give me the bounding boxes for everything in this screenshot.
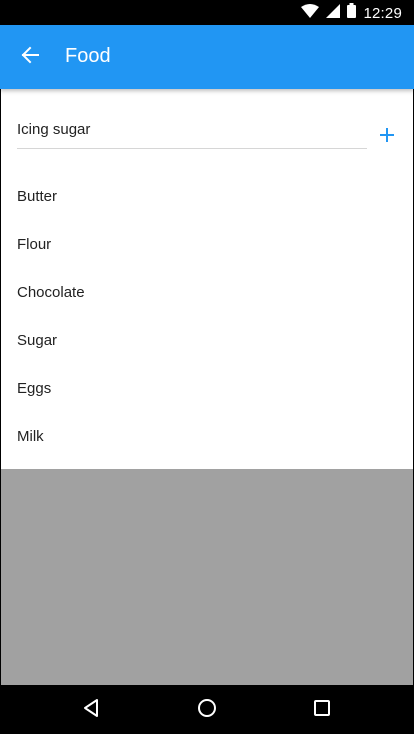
wifi-icon [301,3,320,23]
empty-area [1,469,413,685]
list-item[interactable]: Milk [1,412,413,460]
status-time: 12:29 [363,4,402,22]
status-icons: 12:29 [301,3,402,23]
item-input-row [17,117,367,149]
signal-icon [326,3,341,23]
list-item[interactable]: Butter [1,172,413,220]
add-item-button[interactable] [371,121,403,153]
navigation-bar [0,685,414,734]
content-area: Butter Flour Chocolate Sugar Eggs Milk [1,89,413,469]
page-title: Food [65,45,111,67]
food-list: Butter Flour Chocolate Sugar Eggs Milk [1,172,413,460]
back-button[interactable] [10,37,50,77]
list-item[interactable]: Eggs [1,364,413,412]
plus-icon [379,127,395,148]
back-triangle-icon [82,698,100,723]
item-input[interactable] [17,117,367,142]
nav-recents-button[interactable] [308,696,336,724]
arrow-back-icon [21,46,39,69]
nav-home-button[interactable] [193,696,221,724]
list-item[interactable]: Chocolate [1,268,413,316]
list-item[interactable]: Flour [1,220,413,268]
status-bar: 12:29 [0,0,414,25]
recents-square-icon [313,699,331,722]
nav-back-button[interactable] [77,696,105,724]
battery-icon [347,3,357,23]
home-circle-icon [197,698,217,723]
list-item[interactable]: Sugar [1,316,413,364]
app-bar: Food [0,25,414,89]
